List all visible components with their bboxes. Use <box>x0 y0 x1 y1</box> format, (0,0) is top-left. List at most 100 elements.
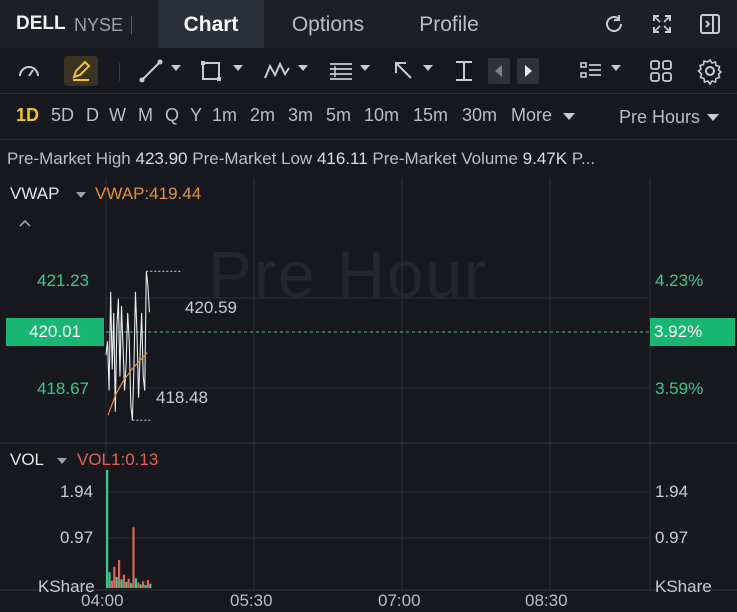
right-axis-low: 3.59% <box>655 379 704 398</box>
grid-icon[interactable] <box>648 56 674 86</box>
chevron-down-icon[interactable] <box>563 113 575 120</box>
volume-bar <box>142 581 145 588</box>
premarket-low-label: Pre-Market Low <box>192 149 313 168</box>
tab-options[interactable]: Options <box>276 0 380 48</box>
premarket-low-value: 416.11 <box>316 149 368 168</box>
plot-layer <box>105 270 182 588</box>
period-1m[interactable]: 1m <box>212 105 237 126</box>
premarket-volume-label: Pre-Market Volume <box>372 149 518 168</box>
chevron-down-icon[interactable] <box>360 65 370 71</box>
volume-bar <box>106 470 109 588</box>
current-price-tag: 420.01 <box>6 318 104 346</box>
period-5m[interactable]: 5m <box>326 105 351 126</box>
vwap-indicator-label[interactable]: VWAP <box>10 184 59 204</box>
volume-bar <box>113 566 116 588</box>
time-label-0530: 05:30 <box>230 591 273 610</box>
fibonacci-tool-icon[interactable] <box>327 56 355 86</box>
session-watermark: Pre Hour <box>208 237 489 311</box>
collapse-panel-icon[interactable] <box>698 12 722 36</box>
volume-bar <box>146 580 149 588</box>
volume-bar <box>110 580 113 588</box>
chevron-down-icon[interactable] <box>423 65 433 71</box>
pencil-icon[interactable] <box>64 56 98 86</box>
chevron-down-icon[interactable] <box>611 65 621 71</box>
volume-bar <box>144 584 147 588</box>
right-axis-high: 4.23% <box>655 271 704 290</box>
chevron-down-icon[interactable] <box>233 65 243 71</box>
period-3m[interactable]: 3m <box>288 105 313 126</box>
rectangle-tool-icon[interactable] <box>198 56 224 86</box>
left-axis-low: 418.67 <box>37 379 89 398</box>
chevron-down-icon[interactable] <box>171 65 181 71</box>
list-icon[interactable] <box>578 56 604 86</box>
period-d[interactable]: D <box>86 105 99 126</box>
vol-left-axis-mid: 0.97 <box>60 528 94 547</box>
period-q[interactable]: Q <box>165 105 179 126</box>
volume-bar <box>127 578 130 588</box>
volume-bar <box>130 583 133 588</box>
scroll-left-button[interactable] <box>488 58 510 84</box>
period-15m[interactable]: 15m <box>413 105 448 126</box>
session-selector[interactable]: Pre Hours <box>619 107 700 128</box>
arrow-tool-icon[interactable] <box>391 56 417 86</box>
period-y[interactable]: Y <box>190 105 202 126</box>
period-10m[interactable]: 10m <box>364 105 399 126</box>
vol-value: VOL1:0.13 <box>77 450 159 469</box>
top-header: DELL NYSE Chart Options Profile <box>0 0 737 48</box>
period-30m[interactable]: 30m <box>462 105 497 126</box>
tab-profile[interactable]: Profile <box>400 0 498 48</box>
chevron-down-icon[interactable] <box>707 114 719 121</box>
stats-overflow: P... <box>571 149 596 168</box>
high-marker-label: 420.59 <box>185 298 237 317</box>
vol-right-axis-mid: 0.97 <box>655 528 689 547</box>
scroll-right-button[interactable] <box>517 58 539 84</box>
period-1d[interactable]: 1D <box>16 105 39 126</box>
time-label-0400: 04:00 <box>81 591 124 610</box>
period-selector: 1D 5D D W M Q Y 1m 2m 3m 5m 10m 15m 30m … <box>0 94 737 140</box>
volume-bar <box>134 578 137 588</box>
measure-tool-icon[interactable] <box>453 56 475 86</box>
pattern-tool-icon[interactable] <box>262 56 292 86</box>
volume-bar <box>139 584 142 588</box>
premarket-high-value: 423.90 <box>135 149 188 168</box>
line-tool-icon[interactable] <box>138 56 164 86</box>
header-divider <box>131 16 132 34</box>
more-periods-button[interactable]: More <box>511 105 552 126</box>
period-2m[interactable]: 2m <box>250 105 275 126</box>
volume-bar <box>137 582 140 588</box>
volume-bar <box>125 581 128 588</box>
chevron-down-icon[interactable] <box>298 65 308 71</box>
toolbar-divider <box>119 63 120 81</box>
vwap-line <box>107 352 148 416</box>
chevron-down-icon[interactable] <box>57 458 67 464</box>
volume-bar <box>149 583 152 588</box>
period-5d[interactable]: 5D <box>51 105 74 126</box>
tab-chart[interactable]: Chart <box>158 0 264 48</box>
drawing-toolbar <box>0 48 737 94</box>
time-label-0700: 07:00 <box>378 591 421 610</box>
vol-right-axis-unit: KShare <box>655 577 712 596</box>
volume-bar <box>132 527 135 588</box>
fullscreen-icon[interactable] <box>650 12 674 36</box>
volume-bar <box>120 579 123 588</box>
scroll-left-icon <box>495 65 502 77</box>
period-m[interactable]: M <box>138 105 153 126</box>
premarket-volume-value: 9.47K <box>522 149 568 168</box>
vol-left-axis-high: 1.94 <box>60 482 94 501</box>
premarket-high-label: Pre-Market High <box>7 149 131 168</box>
period-w[interactable]: W <box>109 105 126 126</box>
volume-bar <box>118 560 121 588</box>
chevron-up-icon[interactable] <box>18 215 32 233</box>
chevron-down-icon[interactable] <box>76 192 86 198</box>
vol-indicator-label[interactable]: VOL <box>10 450 44 470</box>
refresh-icon[interactable] <box>602 12 626 36</box>
volume-bar <box>122 574 125 588</box>
ticker-symbol: DELL <box>16 13 66 34</box>
low-marker-label: 418.48 <box>156 388 208 407</box>
vol-right-axis-high: 1.94 <box>655 482 689 501</box>
time-label-0830: 08:30 <box>525 591 568 610</box>
settings-icon[interactable] <box>696 56 724 86</box>
left-axis-high: 421.23 <box>37 271 89 290</box>
gauge-icon[interactable] <box>14 56 44 86</box>
vwap-value: VWAP:419.44 <box>95 184 202 203</box>
